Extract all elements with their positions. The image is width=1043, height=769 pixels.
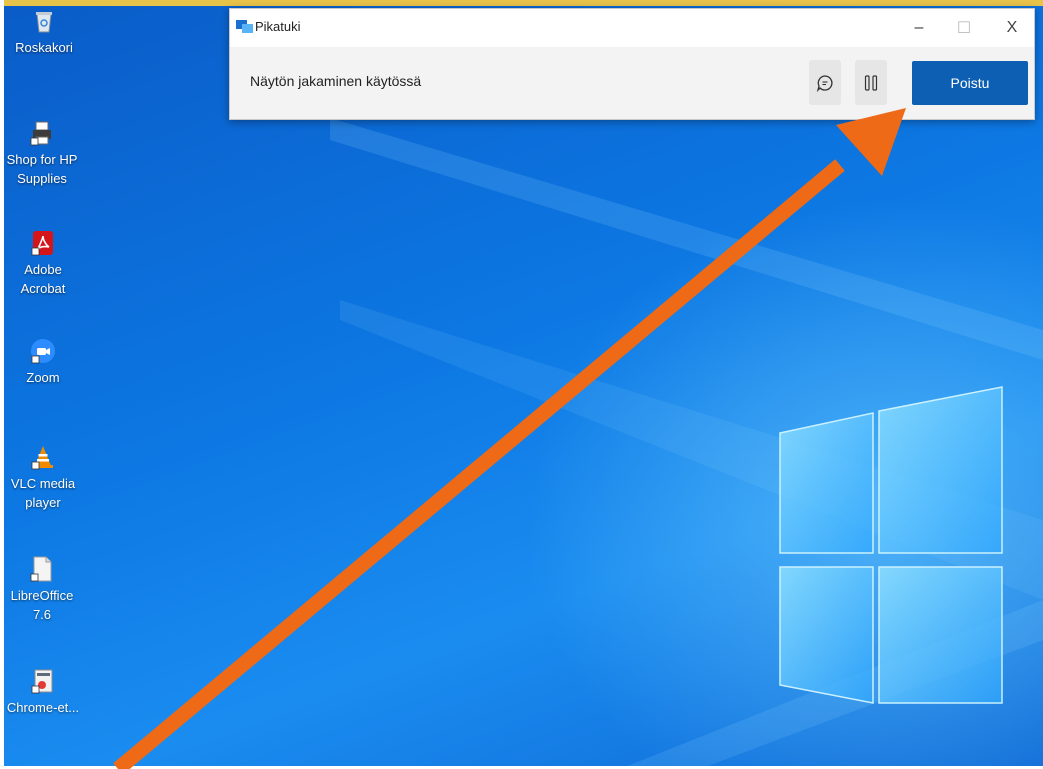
annotation-arrow [113,108,906,769]
